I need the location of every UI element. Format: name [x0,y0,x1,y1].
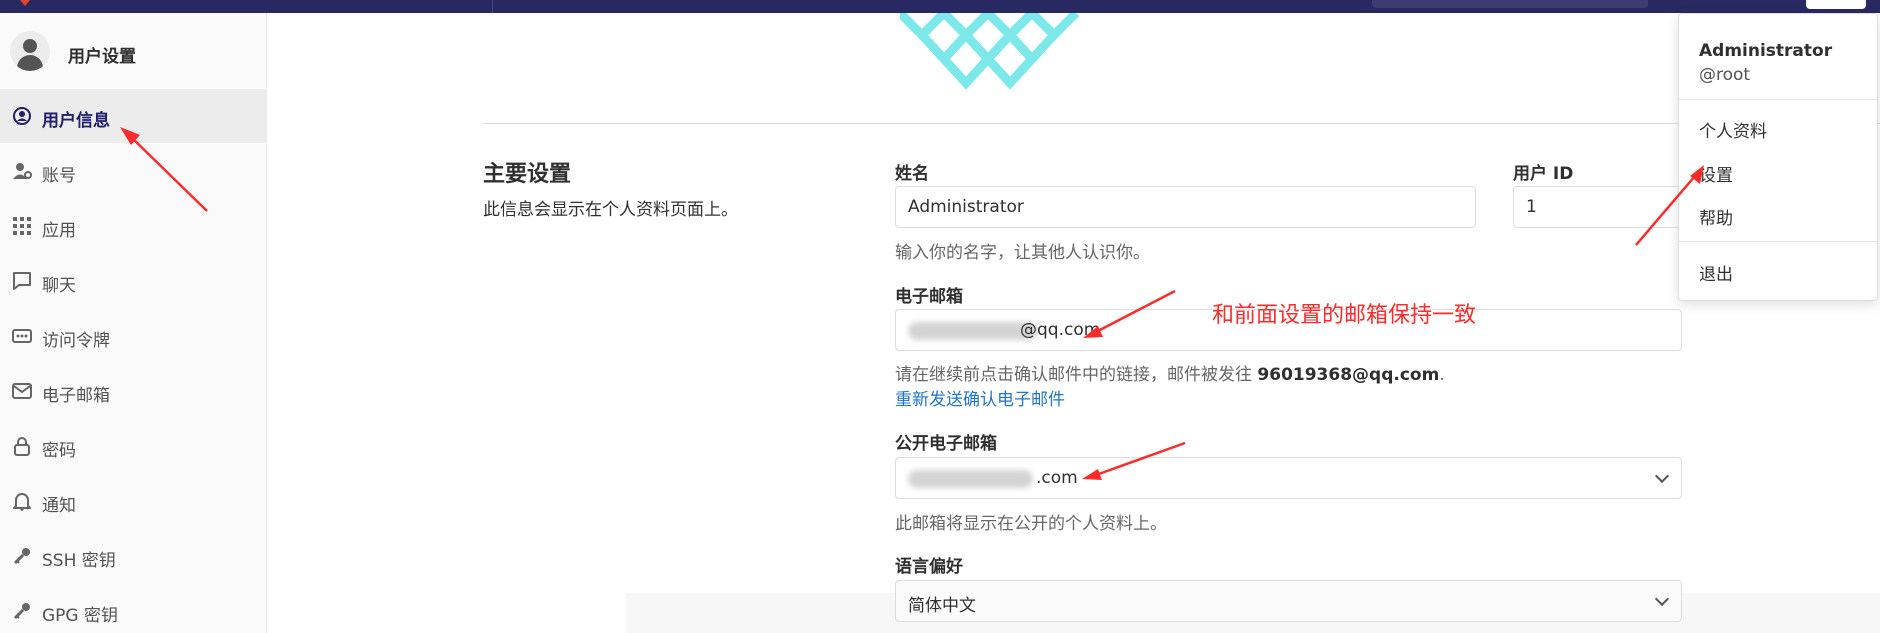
language-value: 简体中文 [908,596,976,616]
user-dropdown-menu: Administrator @root 个人资料 设置 帮助 退出 [1678,13,1878,301]
sidebar-item-label: 账号 [42,166,76,186]
dropdown-item-settings[interactable]: 设置 [1699,161,1733,186]
sidebar-item-label: 聊天 [42,276,76,296]
sidebar-item-label: 通知 [42,496,76,516]
sidebar-title: 用户设置 [68,47,136,67]
sidebar-item-label: GPG 密钥 [42,606,119,626]
language-label: 语言偏好 [895,557,963,577]
top-navbar [0,0,1880,13]
resend-confirmation-link[interactable]: 重新发送确认电子邮件 [895,385,1065,410]
dropdown-divider [1679,241,1877,242]
key-icon [13,548,30,565]
search-box[interactable] [1372,0,1648,8]
sidebar-item-access-tokens[interactable]: 访问令牌 [0,309,267,363]
dropdown-divider [1679,99,1877,100]
apps-grid-icon [13,217,31,235]
dropdown-user-name: Administrator [1699,41,1833,61]
sidebar-item-emails[interactable]: 电子邮箱 [0,364,267,418]
sidebar-item-gpg-keys[interactable]: GPG 密钥 [0,584,267,633]
key-icon [13,603,30,620]
chevron-down-icon [1654,468,1670,484]
chevron-down-icon [1654,591,1670,607]
section-title: 主要设置 [483,162,572,187]
dropdown-username: @root [1699,65,1751,85]
name-label: 姓名 [895,164,929,184]
token-icon [12,329,32,343]
gitlab-logo-icon[interactable] [20,0,30,6]
redacted-text [908,470,1033,488]
sidebar-item-label: 电子邮箱 [42,386,110,406]
section-description: 此信息会显示在个人资料页面上。 [483,200,738,220]
name-field[interactable]: Administrator [895,186,1476,228]
user-avatar-pattern [900,13,1080,90]
public-email-select[interactable]: .com [895,457,1682,499]
public-email-value: .com [1036,468,1078,488]
email-confirm-help: 请在继续前点击确认邮件中的链接，邮件被发往 96019368@qq.com. [895,365,1445,385]
sidebar-item-chat[interactable]: 聊天 [0,254,267,308]
sidebar-header: 用户设置 [0,27,267,77]
redacted-text [908,322,1038,340]
confirm-email-address: 96019368@qq.com [1257,365,1440,385]
sidebar-item-applications[interactable]: 应用 [0,199,267,253]
sidebar-item-label: 密码 [42,441,76,461]
sidebar-item-password[interactable]: 密码 [0,419,267,473]
user-menu-trigger[interactable] [1806,0,1866,9]
avatar[interactable] [10,31,50,71]
lock-icon [14,437,30,456]
name-help: 输入你的名字，让其他人认识你。 [895,243,1150,263]
email-value: @qq.com [1020,320,1101,340]
mail-icon [12,383,32,399]
sidebar-item-account[interactable]: 账号 [0,144,267,198]
sidebar-item-label: 用户信息 [42,111,110,131]
sidebar-item-notifications[interactable]: 通知 [0,474,267,528]
section-divider [483,123,1880,124]
chat-bubble-icon [13,272,31,290]
sidebar-item-label: 应用 [42,221,76,241]
annotation-text: 和前面设置的邮箱保持一致 [1212,303,1477,328]
language-select[interactable]: 简体中文 [895,580,1682,622]
user-id-label: 用户 ID [1513,164,1574,184]
bell-icon [13,493,31,511]
navbar-divider [492,0,493,13]
settings-sidebar: 用户设置 用户信息 账号 应用 聊天 访问令牌 电子邮箱 密码 通知 SSH 密… [0,13,267,633]
sidebar-item-label: SSH 密钥 [42,551,116,571]
account-icon [13,163,32,179]
user-circle-icon [13,107,31,125]
public-email-help: 此邮箱将显示在公开的个人资料上。 [895,514,1167,534]
sidebar-item-ssh-keys[interactable]: SSH 密钥 [0,529,267,583]
public-email-label: 公开电子邮箱 [895,434,997,454]
dropdown-item-sign-out[interactable]: 退出 [1699,260,1733,285]
dropdown-item-profile[interactable]: 个人资料 [1699,117,1767,142]
sidebar-item-profile[interactable]: 用户信息 [0,89,267,143]
email-label: 电子邮箱 [895,287,963,307]
dropdown-item-help[interactable]: 帮助 [1699,204,1733,229]
sidebar-item-label: 访问令牌 [42,331,110,351]
user-id-field: 1 [1513,186,1693,228]
